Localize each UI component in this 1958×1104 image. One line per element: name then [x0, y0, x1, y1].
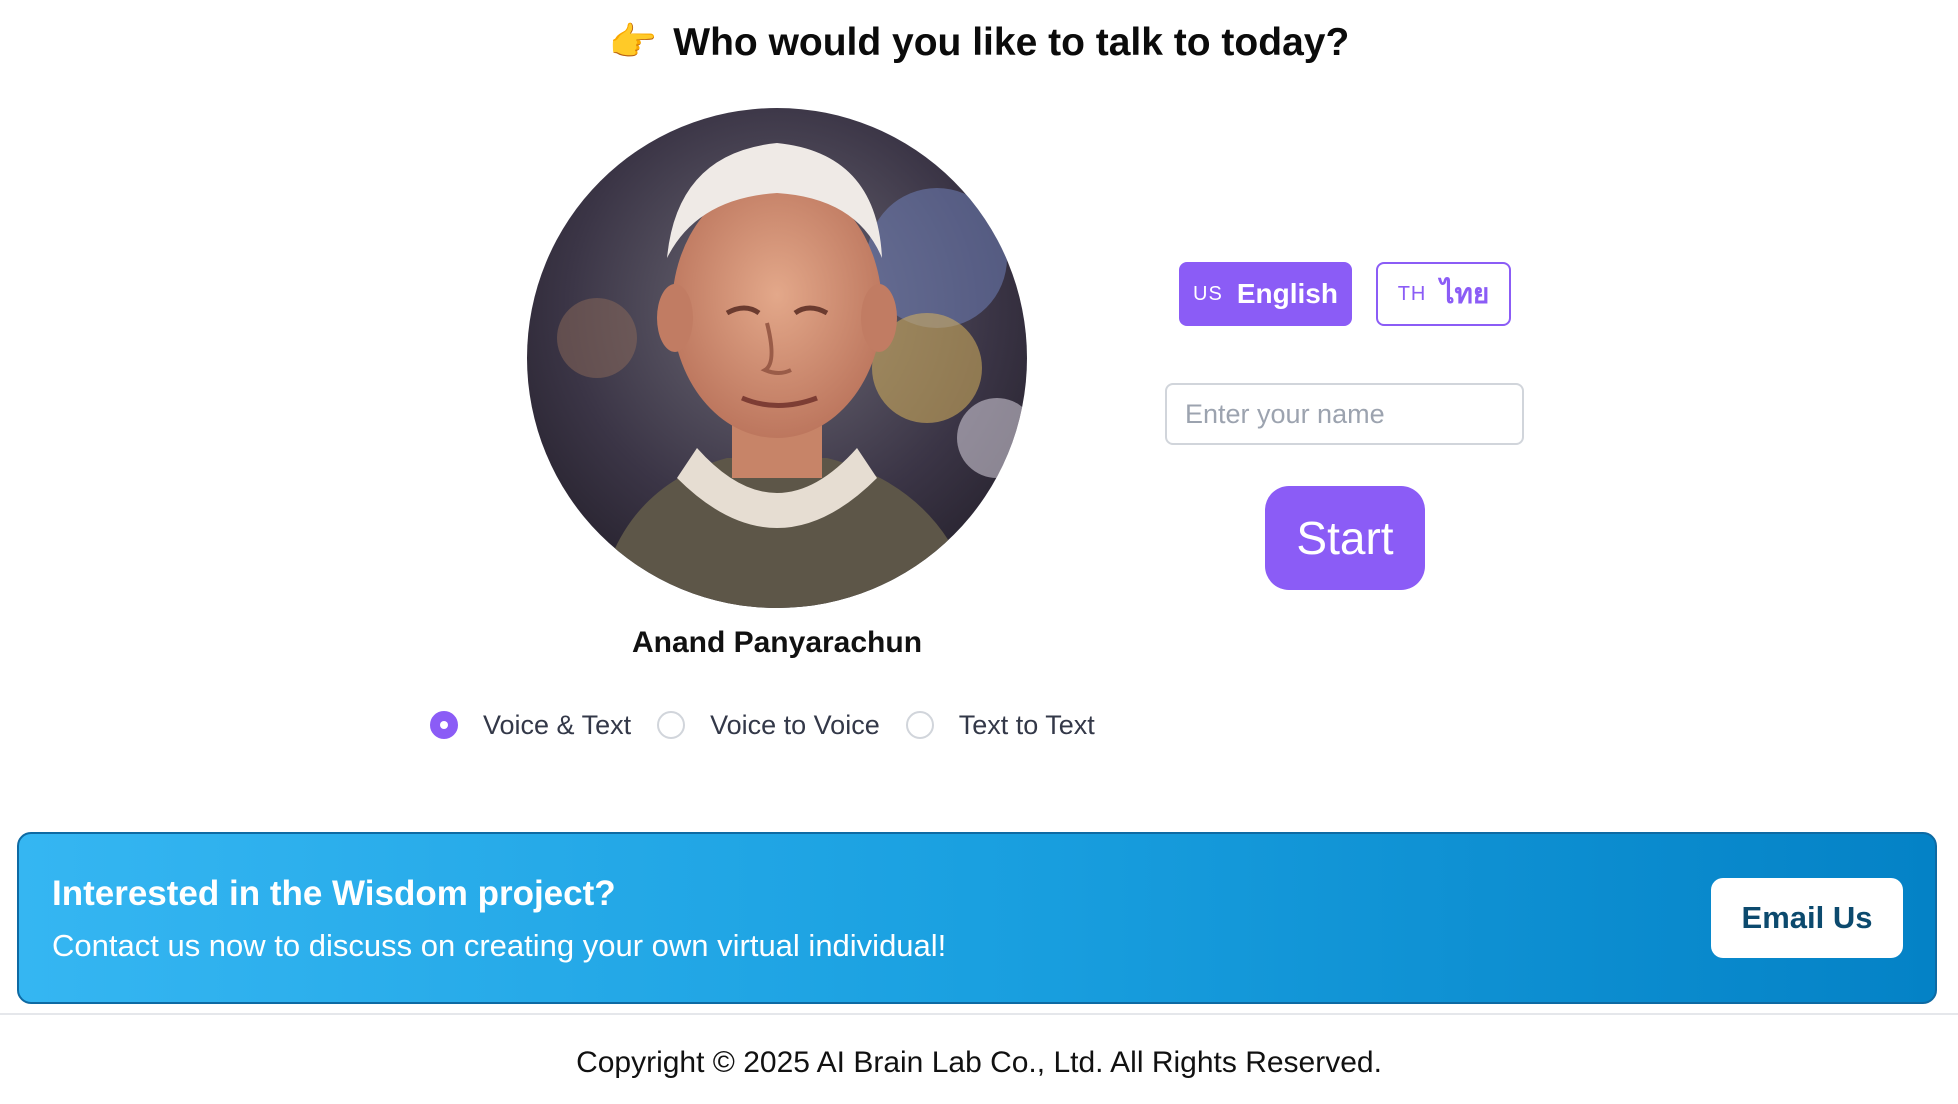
- mode-label: Voice to Voice: [710, 709, 880, 740]
- banner-subtitle: Contact us now to discuss on creating yo…: [52, 928, 947, 963]
- radio-text-to-text[interactable]: [905, 711, 934, 739]
- mode-voice-to-voice[interactable]: Voice to Voice: [657, 710, 880, 741]
- persona-name: Anand Panyarachun: [631, 626, 923, 659]
- language-english-button[interactable]: US English: [1179, 262, 1352, 326]
- mode-voice-and-text[interactable]: Voice & Text: [430, 710, 631, 741]
- conversation-mode-group: Voice & Text Voice to Voice Text to Text: [430, 706, 1121, 744]
- page-title-text: Who would you like to talk to today?: [673, 21, 1350, 64]
- persona-avatar[interactable]: [527, 108, 1027, 608]
- page-title: 👉 Who would you like to talk to today?: [0, 18, 1958, 68]
- language-thai-button[interactable]: TH ไทย: [1376, 262, 1511, 326]
- us-flag-code: US: [1193, 282, 1223, 305]
- mode-label: Voice & Text: [483, 709, 632, 740]
- radio-voice-to-voice[interactable]: [657, 711, 686, 739]
- persona-photo: [527, 108, 1027, 608]
- mode-label: Text to Text: [958, 709, 1095, 740]
- radio-voice-and-text[interactable]: [430, 711, 458, 739]
- footer-divider: [0, 1013, 1958, 1015]
- th-flag-code: TH: [1397, 282, 1427, 305]
- banner-title: Interested in the Wisdom project?: [52, 874, 616, 913]
- copyright-text: Copyright © 2025 AI Brain Lab Co., Ltd. …: [576, 1046, 1382, 1079]
- contact-banner: Interested in the Wisdom project? Contac…: [17, 832, 1937, 1004]
- language-label: English: [1236, 278, 1338, 309]
- mode-text-to-text[interactable]: Text to Text: [905, 709, 1095, 741]
- start-button[interactable]: Start: [1265, 486, 1425, 590]
- email-us-button[interactable]: Email Us: [1711, 878, 1903, 958]
- language-label: ไทย: [1440, 278, 1490, 309]
- name-input[interactable]: [1165, 383, 1524, 445]
- pointing-hand-icon: 👉: [608, 20, 658, 65]
